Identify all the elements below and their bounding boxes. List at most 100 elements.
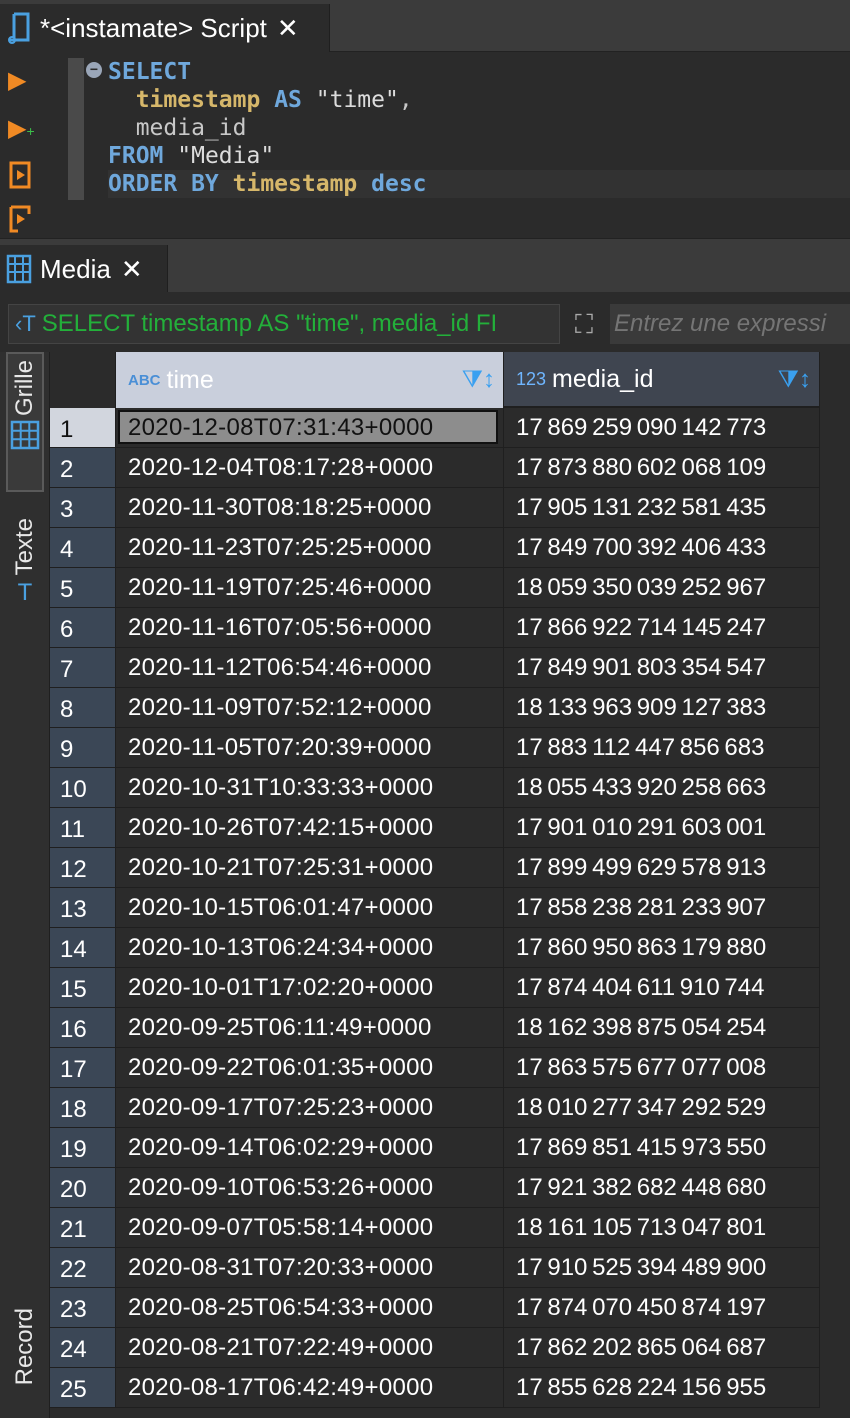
- row-number[interactable]: 25: [50, 1368, 116, 1408]
- grid-corner[interactable]: [50, 352, 116, 408]
- cell-time[interactable]: 2020-11-30T08:18:25+0000: [116, 488, 504, 528]
- query-text-box[interactable]: ‹T SELECT timestamp AS "time", media_id …: [8, 304, 560, 344]
- cell-time[interactable]: 2020-09-17T07:25:23+0000: [116, 1088, 504, 1128]
- row-number[interactable]: 22: [50, 1248, 116, 1288]
- cell-time[interactable]: 2020-11-09T07:52:12+0000: [116, 688, 504, 728]
- cell-time[interactable]: 2020-11-19T07:25:46+0000: [116, 568, 504, 608]
- execute-script-icon[interactable]: [8, 160, 36, 190]
- sql-editor[interactable]: ▶ ▶+ − SELECT timestamp AS "time", media…: [0, 52, 850, 238]
- cell-time[interactable]: 2020-08-25T06:54:33+0000: [116, 1288, 504, 1328]
- cell-media-id[interactable]: 17 883 112 447 856 683: [504, 728, 820, 768]
- cell-media-id[interactable]: 17 863 575 677 077 008: [504, 1048, 820, 1088]
- cell-media-id[interactable]: 17 849 700 392 406 433: [504, 528, 820, 568]
- table-row[interactable]: 11 2020-10-26T07:42:15+0000 17 901 010 291…: [50, 808, 850, 848]
- cell-media-id[interactable]: 17 874 404 611 910 744: [504, 968, 820, 1008]
- sql-code[interactable]: SELECT timestamp AS "time", media_id FROM…: [108, 58, 850, 198]
- table-row[interactable]: 9 2020-11-05T07:20:39+0000 17 883 112 447 …: [50, 728, 850, 768]
- table-row[interactable]: 1 2020-12-08T07:31:43+0000 17 869 259 090 …: [50, 408, 850, 448]
- tab-script[interactable]: *<instamate> Script ✕: [0, 4, 330, 52]
- row-number[interactable]: 5: [50, 568, 116, 608]
- cell-media-id[interactable]: 18 059 350 039 252 967: [504, 568, 820, 608]
- cell-media-id[interactable]: 17 905 131 232 581 435: [504, 488, 820, 528]
- row-number[interactable]: 13: [50, 888, 116, 928]
- column-header-media-id[interactable]: 123 media_id ⧩↕: [504, 352, 820, 408]
- cell-media-id[interactable]: 17 874 070 450 874 197: [504, 1288, 820, 1328]
- cell-time[interactable]: 2020-09-25T06:11:49+0000: [116, 1008, 504, 1048]
- cell-media-id[interactable]: 17 910 525 394 489 900: [504, 1248, 820, 1288]
- cell-time[interactable]: 2020-09-07T05:58:14+0000: [116, 1208, 504, 1248]
- table-row[interactable]: 16 2020-09-25T06:11:49+0000 18 162 398 875…: [50, 1008, 850, 1048]
- table-row[interactable]: 3 2020-11-30T08:18:25+0000 17 905 131 232 …: [50, 488, 850, 528]
- side-tab-text[interactable]: Texte T: [6, 512, 44, 622]
- cell-media-id[interactable]: 17 873 880 602 068 109: [504, 448, 820, 488]
- table-row[interactable]: 6 2020-11-16T07:05:56+0000 17 866 922 714 …: [50, 608, 850, 648]
- cell-media-id[interactable]: 17 849 901 803 354 547: [504, 648, 820, 688]
- table-row[interactable]: 17 2020-09-22T06:01:35+0000 17 863 575 677…: [50, 1048, 850, 1088]
- row-number[interactable]: 24: [50, 1328, 116, 1368]
- table-row[interactable]: 23 2020-08-25T06:54:33+0000 17 874 070 450…: [50, 1288, 850, 1328]
- cell-time[interactable]: 2020-11-12T06:54:46+0000: [116, 648, 504, 688]
- cell-time[interactable]: 2020-10-26T07:42:15+0000: [116, 808, 504, 848]
- close-icon[interactable]: ✕: [277, 13, 299, 44]
- cell-media-id[interactable]: 18 133 963 909 127 383: [504, 688, 820, 728]
- filter-sort-icon[interactable]: ⧩↕: [462, 366, 495, 394]
- table-row[interactable]: 5 2020-11-19T07:25:46+0000 18 059 350 039 …: [50, 568, 850, 608]
- cell-time[interactable]: 2020-10-13T06:24:34+0000: [116, 928, 504, 968]
- row-number[interactable]: 8: [50, 688, 116, 728]
- cell-time[interactable]: 2020-08-17T06:42:49+0000: [116, 1368, 504, 1408]
- cell-media-id[interactable]: 17 858 238 281 233 907: [504, 888, 820, 928]
- close-icon[interactable]: ✕: [121, 254, 143, 285]
- table-row[interactable]: 24 2020-08-21T07:22:49+0000 17 862 202 865…: [50, 1328, 850, 1368]
- table-row[interactable]: 4 2020-11-23T07:25:25+0000 17 849 700 392 …: [50, 528, 850, 568]
- table-row[interactable]: 2 2020-12-04T08:17:28+0000 17 873 880 602 …: [50, 448, 850, 488]
- filter-sort-icon[interactable]: ⧩↕: [778, 366, 811, 394]
- cell-media-id[interactable]: 17 866 922 714 145 247: [504, 608, 820, 648]
- fold-collapse-icon[interactable]: −: [86, 62, 102, 78]
- cell-media-id[interactable]: 17 901 010 291 603 001: [504, 808, 820, 848]
- expand-icon[interactable]: ⛶: [566, 306, 602, 342]
- row-number[interactable]: 2: [50, 448, 116, 488]
- filter-expression-input[interactable]: [610, 304, 850, 344]
- cell-time[interactable]: 2020-12-04T08:17:28+0000: [116, 448, 504, 488]
- table-row[interactable]: 25 2020-08-17T06:42:49+0000 17 855 628 224…: [50, 1368, 850, 1408]
- row-number[interactable]: 9: [50, 728, 116, 768]
- row-number[interactable]: 21: [50, 1208, 116, 1248]
- column-header-time[interactable]: ABC time ⧩↕: [116, 352, 504, 408]
- tab-media[interactable]: Media ✕: [0, 245, 168, 293]
- row-number[interactable]: 11: [50, 808, 116, 848]
- table-row[interactable]: 13 2020-10-15T06:01:47+0000 17 858 238 281…: [50, 888, 850, 928]
- row-number[interactable]: 23: [50, 1288, 116, 1328]
- cell-time[interactable]: 2020-10-01T17:02:20+0000: [116, 968, 504, 1008]
- row-number[interactable]: 20: [50, 1168, 116, 1208]
- table-row[interactable]: 8 2020-11-09T07:52:12+0000 18 133 963 909 …: [50, 688, 850, 728]
- cell-time[interactable]: 2020-11-23T07:25:25+0000: [116, 528, 504, 568]
- row-number[interactable]: 12: [50, 848, 116, 888]
- row-number[interactable]: 17: [50, 1048, 116, 1088]
- table-row[interactable]: 12 2020-10-21T07:25:31+0000 17 899 499 629…: [50, 848, 850, 888]
- table-row[interactable]: 19 2020-09-14T06:02:29+0000 17 869 851 415…: [50, 1128, 850, 1168]
- cell-media-id[interactable]: 18 161 105 713 047 801: [504, 1208, 820, 1248]
- row-number[interactable]: 3: [50, 488, 116, 528]
- execute-in-new-tab-icon[interactable]: ▶+: [8, 114, 36, 144]
- cell-time[interactable]: 2020-09-22T06:01:35+0000: [116, 1048, 504, 1088]
- cell-media-id[interactable]: 18 010 277 347 292 529: [504, 1088, 820, 1128]
- cell-media-id[interactable]: 17 899 499 629 578 913: [504, 848, 820, 888]
- cell-media-id[interactable]: 18 055 433 920 258 663: [504, 768, 820, 808]
- table-row[interactable]: 21 2020-09-07T05:58:14+0000 18 161 105 713…: [50, 1208, 850, 1248]
- row-number[interactable]: 7: [50, 648, 116, 688]
- cell-time[interactable]: 2020-09-14T06:02:29+0000: [116, 1128, 504, 1168]
- cell-media-id[interactable]: 17 855 628 224 156 955: [504, 1368, 820, 1408]
- row-number[interactable]: 10: [50, 768, 116, 808]
- row-number[interactable]: 19: [50, 1128, 116, 1168]
- row-number[interactable]: 18: [50, 1088, 116, 1128]
- row-number[interactable]: 4: [50, 528, 116, 568]
- cell-time[interactable]: 2020-08-21T07:22:49+0000: [116, 1328, 504, 1368]
- cell-time[interactable]: 2020-08-31T07:20:33+0000: [116, 1248, 504, 1288]
- cell-time[interactable]: 2020-10-31T10:33:33+0000: [116, 768, 504, 808]
- cell-time[interactable]: 2020-10-15T06:01:47+0000: [116, 888, 504, 928]
- result-grid[interactable]: ABC time ⧩↕ 123 media_id ⧩↕ 1 2020-12-08T…: [50, 352, 850, 1418]
- selected-cell[interactable]: 2020-12-08T07:31:43+0000: [118, 410, 498, 444]
- cell-media-id[interactable]: 17 921 382 682 448 680: [504, 1168, 820, 1208]
- table-row[interactable]: 20 2020-09-10T06:53:26+0000 17 921 382 682…: [50, 1168, 850, 1208]
- row-number[interactable]: 1: [50, 408, 116, 448]
